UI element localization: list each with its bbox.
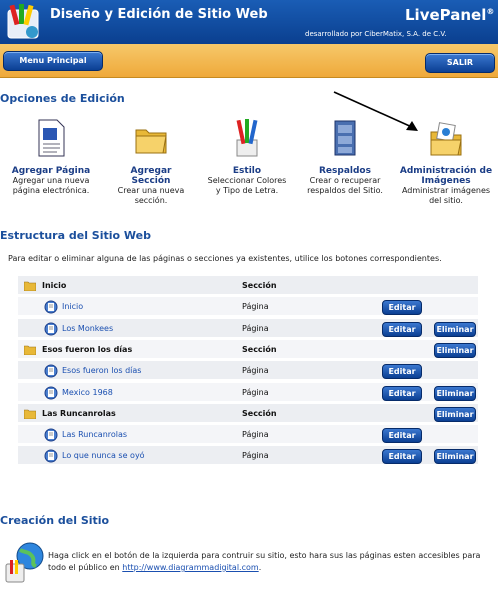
page-name-link[interactable]: Los Monkees bbox=[62, 324, 113, 333]
section-name: Esos fueron los días bbox=[42, 344, 133, 354]
creation-instructions: Haga click en el botón de la izquierda p… bbox=[48, 551, 481, 572]
edit-button[interactable]: Editar bbox=[382, 364, 422, 380]
backups-tool[interactable]: Respaldos Crear o recuperar respaldos de… bbox=[304, 118, 386, 196]
exit-button[interactable]: SALIR bbox=[425, 53, 495, 73]
row-type: Sección bbox=[242, 281, 277, 290]
section-name: Inicio bbox=[42, 281, 67, 290]
folder-icon bbox=[135, 129, 167, 154]
delete-button[interactable]: Eliminar bbox=[434, 406, 476, 422]
page-name-link[interactable]: Esos fueron los días bbox=[62, 366, 141, 375]
row-type: Página bbox=[242, 387, 269, 397]
document-icon bbox=[38, 119, 65, 157]
page-icon bbox=[44, 322, 58, 336]
page-icon bbox=[44, 364, 58, 378]
row-type: Página bbox=[242, 366, 269, 376]
tool-description: Crear una nueva sección. bbox=[117, 186, 185, 205]
tool-description: Administrar imágenes del sitio. bbox=[401, 186, 491, 205]
developer-credit: desarrollado por CiberMatix, S.A. de C.V… bbox=[305, 30, 447, 38]
style-tool[interactable]: Estilo Seleccionar Colores y Tipo de Let… bbox=[206, 118, 288, 196]
section-row: Las Runcanrolas Sección Eliminar bbox=[18, 403, 478, 424]
editing-options-title: Opciones de Edición bbox=[0, 92, 125, 105]
image-management-tool[interactable]: Administración de Imágenes Administrar i… bbox=[396, 118, 496, 206]
folder-icon bbox=[24, 409, 36, 419]
structure-intro: Para editar o eliminar alguna de las pág… bbox=[8, 254, 442, 263]
brand-name: LivePanel® bbox=[405, 6, 495, 24]
delete-button[interactable]: Eliminar bbox=[434, 449, 476, 465]
page-icon bbox=[44, 428, 58, 442]
add-page-tool[interactable]: Agregar Página Agregar una nueva página … bbox=[10, 118, 92, 196]
site-creation-title: Creación del Sitio bbox=[0, 514, 110, 527]
tool-description: Agregar una nueva página electrónica. bbox=[12, 176, 90, 195]
page-row: Mexico 1968 Página Editar Eliminar bbox=[18, 382, 478, 403]
section-name: Las Runcanrolas bbox=[42, 408, 116, 418]
page-name-link[interactable]: Las Runcanrolas bbox=[62, 430, 127, 439]
page-icon bbox=[44, 300, 58, 314]
page-row: Los Monkees Página Editar Eliminar bbox=[18, 318, 478, 339]
main-menu-button[interactable]: Menu Principal bbox=[3, 51, 103, 71]
page-name-link[interactable]: Inicio bbox=[62, 302, 83, 311]
page-name-link[interactable]: Lo que nunca se oyó bbox=[62, 451, 145, 460]
tool-label: Estilo bbox=[232, 166, 262, 176]
site-structure-title: Estructura del Sitio Web bbox=[0, 229, 151, 242]
row-type: Sección bbox=[242, 408, 277, 418]
page-icon bbox=[44, 449, 58, 463]
globe-build-icon[interactable] bbox=[4, 540, 46, 584]
app-title: Diseño y Edición de Sitio Web bbox=[50, 7, 268, 22]
folder-icon bbox=[24, 345, 36, 355]
tool-description: Seleccionar Colores y Tipo de Letra. bbox=[207, 176, 287, 195]
site-link[interactable]: http://www.diagrammadigital.com bbox=[122, 563, 258, 572]
edit-button[interactable]: Editar bbox=[382, 321, 422, 337]
delete-button[interactable]: Eliminar bbox=[434, 385, 476, 401]
page-row: Las Runcanrolas Página Editar bbox=[18, 425, 478, 446]
tool-label: Agregar Sección bbox=[130, 166, 172, 186]
page-name-link[interactable]: Mexico 1968 bbox=[62, 388, 113, 397]
row-type: Página bbox=[242, 451, 269, 461]
add-section-tool[interactable]: Agregar Sección Crear una nueva sección. bbox=[110, 118, 192, 206]
edit-button[interactable]: Editar bbox=[382, 428, 422, 444]
tool-label: Agregar Página bbox=[11, 166, 91, 176]
delete-button[interactable]: Eliminar bbox=[434, 342, 476, 358]
edit-button[interactable]: Editar bbox=[382, 449, 422, 465]
page-row: Esos fueron los días Página Editar bbox=[18, 361, 478, 382]
row-type: Página bbox=[242, 302, 269, 312]
section-row: Esos fueron los días Sección Eliminar bbox=[18, 339, 478, 360]
tool-description: Crear o recuperar respaldos del Sitio. bbox=[307, 176, 383, 195]
page-row: Inicio Página Editar bbox=[18, 297, 478, 318]
page-icon bbox=[44, 386, 58, 399]
row-type: Página bbox=[242, 430, 269, 440]
row-type: Página bbox=[242, 323, 269, 333]
row-type: Sección bbox=[242, 344, 277, 354]
tool-label: Respaldos bbox=[319, 166, 371, 176]
edit-button[interactable]: Editar bbox=[382, 385, 422, 401]
livepanel-logo-icon bbox=[7, 4, 39, 39]
page-row: Lo que nunca se oyó Página Editar Eliminar bbox=[18, 446, 478, 467]
edit-button[interactable]: Editar bbox=[382, 300, 422, 316]
tool-label: Administración de Imágenes bbox=[399, 166, 493, 186]
file-cabinet-icon bbox=[334, 120, 356, 156]
paint-brushes-icon bbox=[236, 119, 258, 157]
folder-icon bbox=[24, 281, 36, 291]
delete-button[interactable]: Eliminar bbox=[434, 321, 476, 337]
section-row: Inicio Sección bbox=[18, 276, 478, 296]
image-folder-icon bbox=[430, 122, 462, 156]
